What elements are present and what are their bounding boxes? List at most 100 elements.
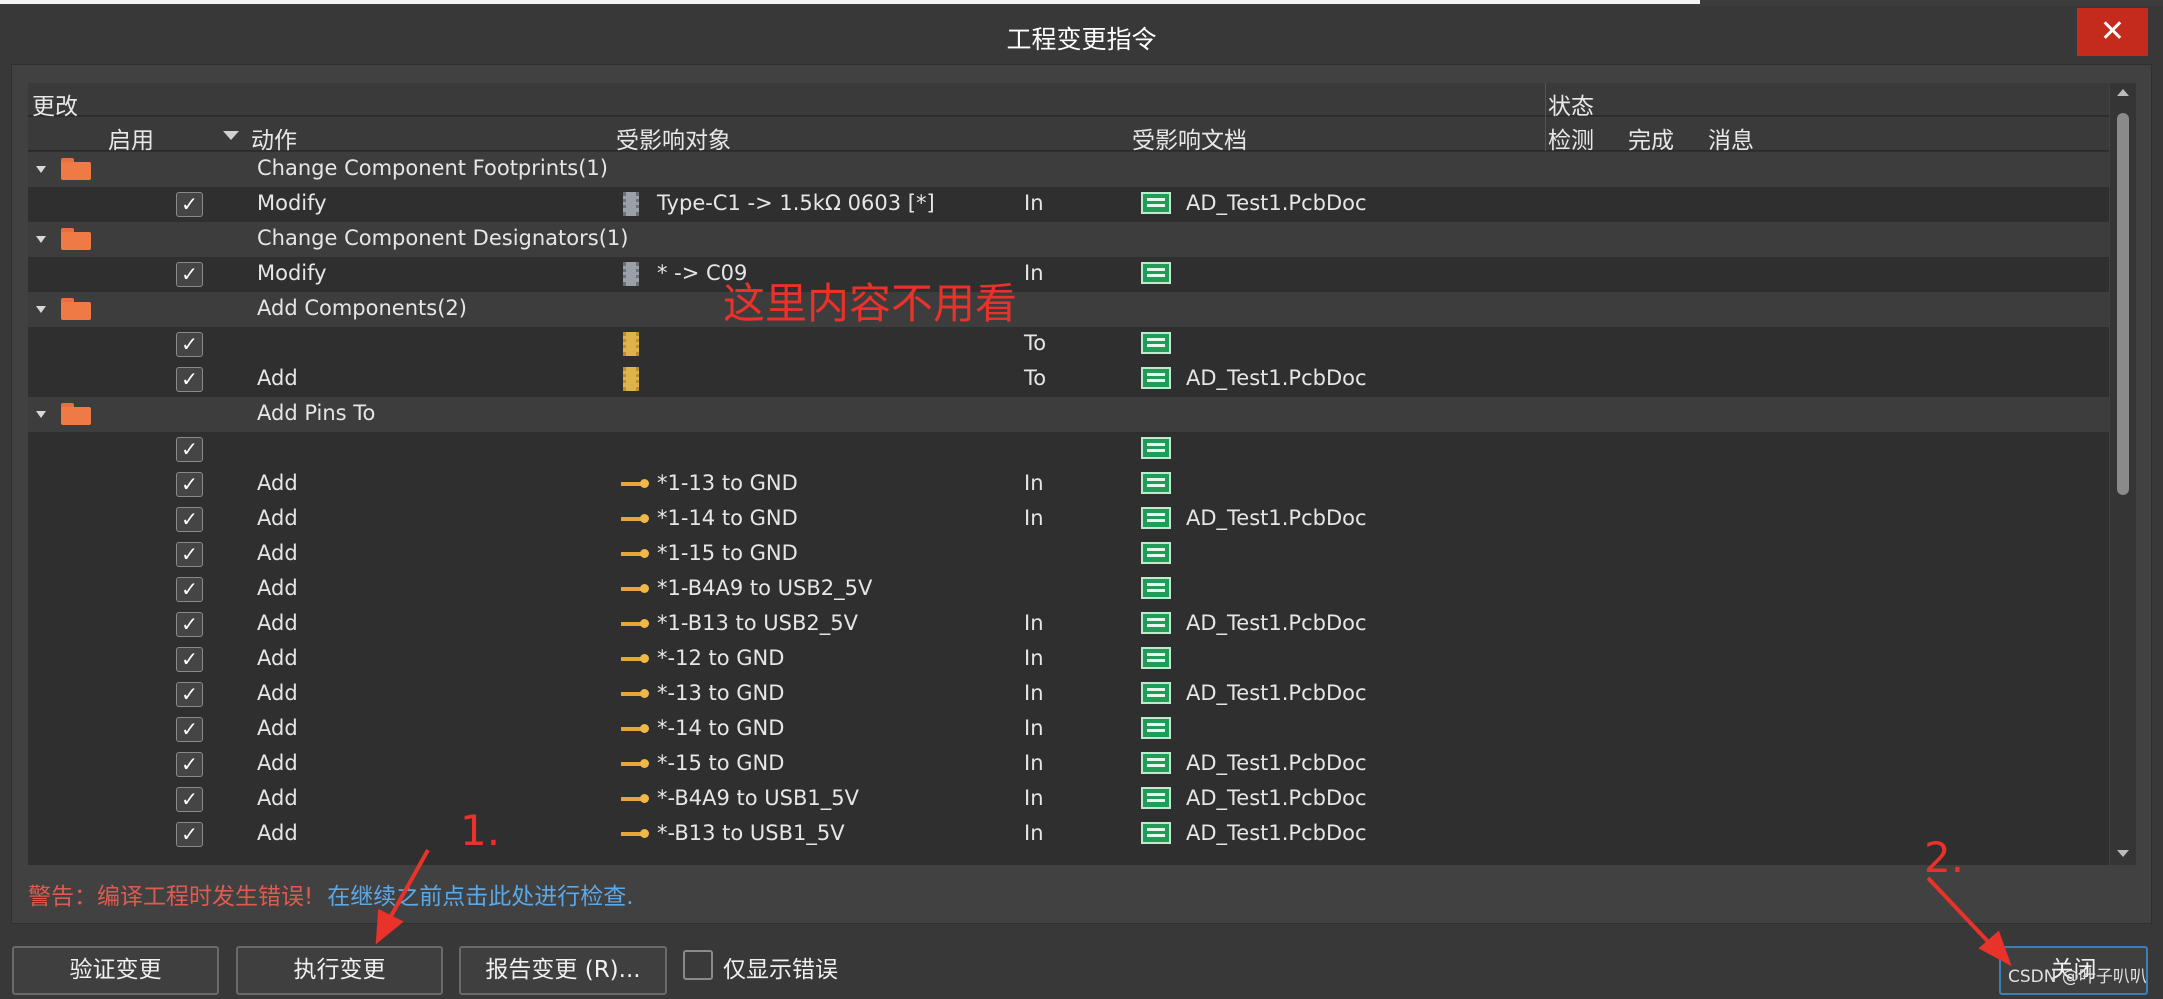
change-row[interactable]: ✓ Add *1-B4A9 to USB2_5V	[28, 572, 2109, 607]
action-cell: Add	[257, 821, 298, 845]
change-row[interactable]: ✓ Add *-13 to GND In AD_Test1.PcbDoc	[28, 677, 2109, 712]
change-row[interactable]: ✓ Add *1-13 to GND In	[28, 467, 2109, 502]
only-show-errors-box[interactable]	[683, 950, 713, 980]
enable-checkbox[interactable]: ✓	[176, 647, 203, 672]
direction-cell: In	[1024, 751, 1044, 775]
header-done[interactable]: 完成	[1628, 121, 1674, 155]
status-divider	[1545, 83, 1546, 151]
pcb-document-icon	[1141, 542, 1171, 564]
affected-object-cell: *-B4A9 to USB1_5V	[657, 786, 859, 810]
close-icon[interactable]: ✕	[2077, 8, 2148, 56]
affected-document-cell: AD_Test1.PcbDoc	[1186, 191, 1367, 215]
change-row[interactable]: ✓ Add To AD_Test1.PcbDoc	[28, 362, 2109, 397]
action-cell: Add	[257, 646, 298, 670]
action-cell: Add	[257, 541, 298, 565]
header-group-changes: 更改	[32, 94, 78, 120]
change-row[interactable]: ✓ Modify * -> C09 In	[28, 257, 2109, 292]
enable-checkbox[interactable]: ✓	[176, 822, 203, 847]
pcb-document-icon	[1141, 577, 1171, 599]
header-affected-object[interactable]: 受影响对象	[616, 121, 731, 155]
header-check[interactable]: 检测	[1548, 121, 1594, 155]
change-row[interactable]: ✓ Add *-B13 to USB1_5V In AD_Test1.PcbDoc	[28, 817, 2109, 852]
affected-document-cell: AD_Test1.PcbDoc	[1186, 751, 1367, 775]
header-message[interactable]: 消息	[1708, 121, 1754, 155]
expand-triangle-icon[interactable]	[36, 236, 46, 243]
report-changes-button[interactable]: 报告变更 (R)...	[459, 946, 667, 995]
footprint-icon	[623, 367, 639, 391]
change-row[interactable]: ✓ To	[28, 327, 2109, 362]
enable-checkbox[interactable]: ✓	[176, 192, 203, 217]
enable-checkbox[interactable]: ✓	[176, 752, 203, 777]
enable-checkbox[interactable]: ✓	[176, 367, 203, 392]
action-cell: Add	[257, 681, 298, 705]
pin-icon	[621, 724, 649, 733]
group-row[interactable]: Change Component Footprints(1)	[28, 152, 2109, 187]
scroll-up-icon[interactable]	[2117, 89, 2129, 96]
enable-checkbox[interactable]: ✓	[176, 542, 203, 567]
sort-down-icon[interactable]	[223, 131, 239, 140]
action-cell: Add	[257, 786, 298, 810]
change-row[interactable]: ✓ Add *-12 to GND In	[28, 642, 2109, 677]
change-row[interactable]: ✓ Add *-B4A9 to USB1_5V In AD_Test1.PcbDoc	[28, 782, 2109, 817]
pcb-document-icon	[1141, 752, 1171, 774]
affected-object-cell: *1-15 to GND	[657, 541, 798, 565]
action-cell: Modify	[257, 261, 327, 285]
change-row[interactable]: ✓ Add *1-15 to GND	[28, 537, 2109, 572]
engineering-change-order-dialog: 工程变更指令 ✕ 更改 状态 启用 动作 受影响对象 受影响文档 检测 完成 消…	[0, 6, 2163, 999]
warning-text: 警告：编译工程时发生错误!	[28, 884, 314, 910]
component-icon	[623, 262, 639, 286]
expand-triangle-icon[interactable]	[36, 411, 46, 418]
enable-checkbox[interactable]: ✓	[176, 717, 203, 742]
check-errors-link[interactable]: 在继续之前点击此处进行检查.	[327, 884, 633, 910]
pin-icon	[621, 654, 649, 663]
action-cell: Add	[257, 611, 298, 635]
group-label: Add Components(2)	[257, 296, 467, 320]
pcb-document-icon	[1141, 717, 1171, 739]
header-affected-document[interactable]: 受影响文档	[1132, 121, 1247, 155]
dialog-title: 工程变更指令	[1006, 25, 1157, 54]
change-row[interactable]: ✓ Add *1-14 to GND In AD_Test1.PcbDoc	[28, 502, 2109, 537]
direction-cell: In	[1024, 261, 1044, 285]
enable-checkbox[interactable]: ✓	[176, 507, 203, 532]
change-row[interactable]: ✓	[28, 432, 2109, 467]
pcb-document-icon	[1141, 822, 1171, 844]
scroll-thumb[interactable]	[2117, 113, 2129, 495]
enable-checkbox[interactable]: ✓	[176, 262, 203, 287]
affected-object-cell: *-14 to GND	[657, 716, 785, 740]
expand-triangle-icon[interactable]	[36, 306, 46, 313]
action-cell: Add	[257, 366, 298, 390]
change-row[interactable]: ✓ Add *-15 to GND In AD_Test1.PcbDoc	[28, 747, 2109, 782]
enable-checkbox[interactable]: ✓	[176, 437, 203, 462]
change-row[interactable]: ✓ Add *1-B13 to USB2_5V In AD_Test1.PcbDoc	[28, 607, 2109, 642]
change-row[interactable]: ✓ Modify Type-C1 -> 1.5kΩ 0603 [*] In AD_Tes…	[28, 187, 2109, 222]
enable-checkbox[interactable]: ✓	[176, 472, 203, 497]
group-row[interactable]: Change Component Designators(1)	[28, 222, 2109, 257]
pcb-document-icon	[1141, 647, 1171, 669]
pin-icon	[621, 829, 649, 838]
group-row[interactable]: Add Pins To	[28, 397, 2109, 432]
group-row[interactable]: Add Components(2)	[28, 292, 2109, 327]
execute-changes-button[interactable]: 执行变更	[236, 946, 443, 995]
pcb-document-icon	[1141, 787, 1171, 809]
header-enable[interactable]: 启用	[108, 121, 154, 155]
enable-checkbox[interactable]: ✓	[176, 332, 203, 357]
header-action[interactable]: 动作	[251, 121, 297, 155]
affected-document-cell: AD_Test1.PcbDoc	[1186, 611, 1367, 635]
affected-document-cell: AD_Test1.PcbDoc	[1186, 786, 1367, 810]
watermark: CSDN @叶子叭叭	[2008, 967, 2147, 987]
scroll-down-icon[interactable]	[2117, 850, 2129, 857]
enable-checkbox[interactable]: ✓	[176, 612, 203, 637]
pcb-document-icon	[1141, 507, 1171, 529]
enable-checkbox[interactable]: ✓	[176, 682, 203, 707]
header-column-row: 启用 动作 受影响对象 受影响文档 检测 完成 消息	[28, 117, 2109, 154]
validate-changes-button[interactable]: 验证变更	[12, 946, 219, 995]
folder-icon	[61, 403, 91, 425]
expand-triangle-icon[interactable]	[36, 166, 46, 173]
change-row[interactable]: ✓ Add *-14 to GND In	[28, 712, 2109, 747]
only-show-errors-label[interactable]: 仅显示错误	[723, 950, 838, 984]
enable-checkbox[interactable]: ✓	[176, 787, 203, 812]
action-cell: Add	[257, 471, 298, 495]
direction-cell: In	[1024, 611, 1044, 635]
vertical-scrollbar[interactable]	[2110, 83, 2136, 865]
enable-checkbox[interactable]: ✓	[176, 577, 203, 602]
